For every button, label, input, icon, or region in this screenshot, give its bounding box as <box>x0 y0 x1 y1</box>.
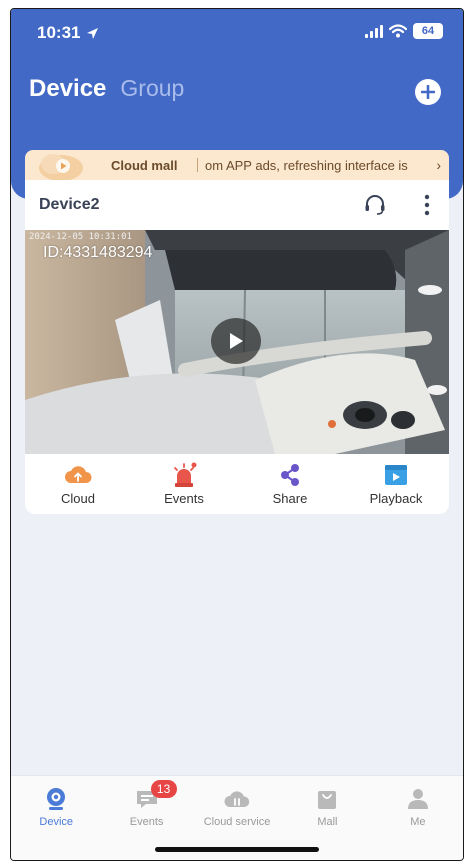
nav-device[interactable]: Device <box>11 776 101 860</box>
nav-cloud-service-label: Cloud service <box>203 816 271 828</box>
camera-icon <box>47 788 66 810</box>
banner-divider <box>197 158 198 172</box>
cloud-mall-banner[interactable]: Cloud mall om APP ads, refreshing interf… <box>25 150 449 180</box>
camera-id: ID:4331483294 <box>43 244 153 261</box>
status-indicators: 64 <box>365 23 443 39</box>
nav-mall-label: Mall <box>317 816 338 828</box>
nav-device-label: Device <box>39 816 74 828</box>
action-events-label: Events <box>164 491 204 506</box>
device-card-header: Device2 <box>25 180 449 230</box>
tab-group[interactable]: Group <box>120 75 184 102</box>
location-arrow-icon <box>87 27 99 39</box>
action-playback-label: Playback <box>369 491 423 506</box>
more-options-icon[interactable] <box>417 193 437 217</box>
camera-live-preview[interactable]: 2024-12-05 10:31:01 ID:4331483294 <box>25 230 449 454</box>
video-timestamp: 2024-12-05 10:31:01 <box>29 232 132 242</box>
alarm-icon <box>174 462 197 487</box>
device-actions: Cloud Events Share Playback <box>25 454 449 514</box>
headset-support-icon[interactable] <box>363 193 387 217</box>
action-playback[interactable]: Playback <box>343 454 449 514</box>
cellular-signal-icon <box>365 24 383 38</box>
playback-icon <box>385 465 407 485</box>
cloud-upload-icon <box>65 466 92 483</box>
play-icon <box>230 333 243 349</box>
view-tabs: Device Group <box>29 75 184 103</box>
wifi-icon <box>389 24 407 38</box>
device-name[interactable]: Device2 <box>39 196 100 214</box>
action-share[interactable]: Share <box>237 454 343 514</box>
add-device-button[interactable] <box>415 79 441 105</box>
events-badge: 13 <box>150 780 177 798</box>
action-events[interactable]: Events <box>131 454 237 514</box>
chevron-right-icon[interactable]: › <box>436 157 441 173</box>
device-card: Device2 2024-12-05 10:31:01 ID:433148329… <box>25 180 449 514</box>
nav-me[interactable]: Me <box>373 776 463 860</box>
nav-events-label: Events <box>129 816 164 828</box>
cloud-service-icon <box>224 791 250 807</box>
action-share-label: Share <box>272 491 308 506</box>
cloud-play-icon <box>39 154 83 180</box>
action-cloud-label: Cloud <box>61 491 95 506</box>
banner-title: Cloud mall <box>111 158 178 173</box>
phone-screen: 10:31 64 Device Group Cloud mall om APP … <box>10 8 464 861</box>
tab-device[interactable]: Device <box>29 75 106 103</box>
plus-icon <box>421 85 435 99</box>
person-icon <box>407 789 428 809</box>
action-cloud[interactable]: Cloud <box>25 454 131 514</box>
status-time: 10:31 <box>37 23 99 43</box>
clock: 10:31 <box>37 23 81 42</box>
status-bar: 10:31 64 <box>11 9 463 57</box>
shopping-bag-icon <box>318 791 337 809</box>
play-button[interactable] <box>211 318 261 364</box>
banner-message: om APP ads, refreshing interface is <box>205 158 408 173</box>
battery-icon: 64 <box>413 23 443 39</box>
home-indicator[interactable] <box>155 847 319 852</box>
nav-me-label: Me <box>410 816 426 828</box>
share-icon <box>281 464 299 486</box>
